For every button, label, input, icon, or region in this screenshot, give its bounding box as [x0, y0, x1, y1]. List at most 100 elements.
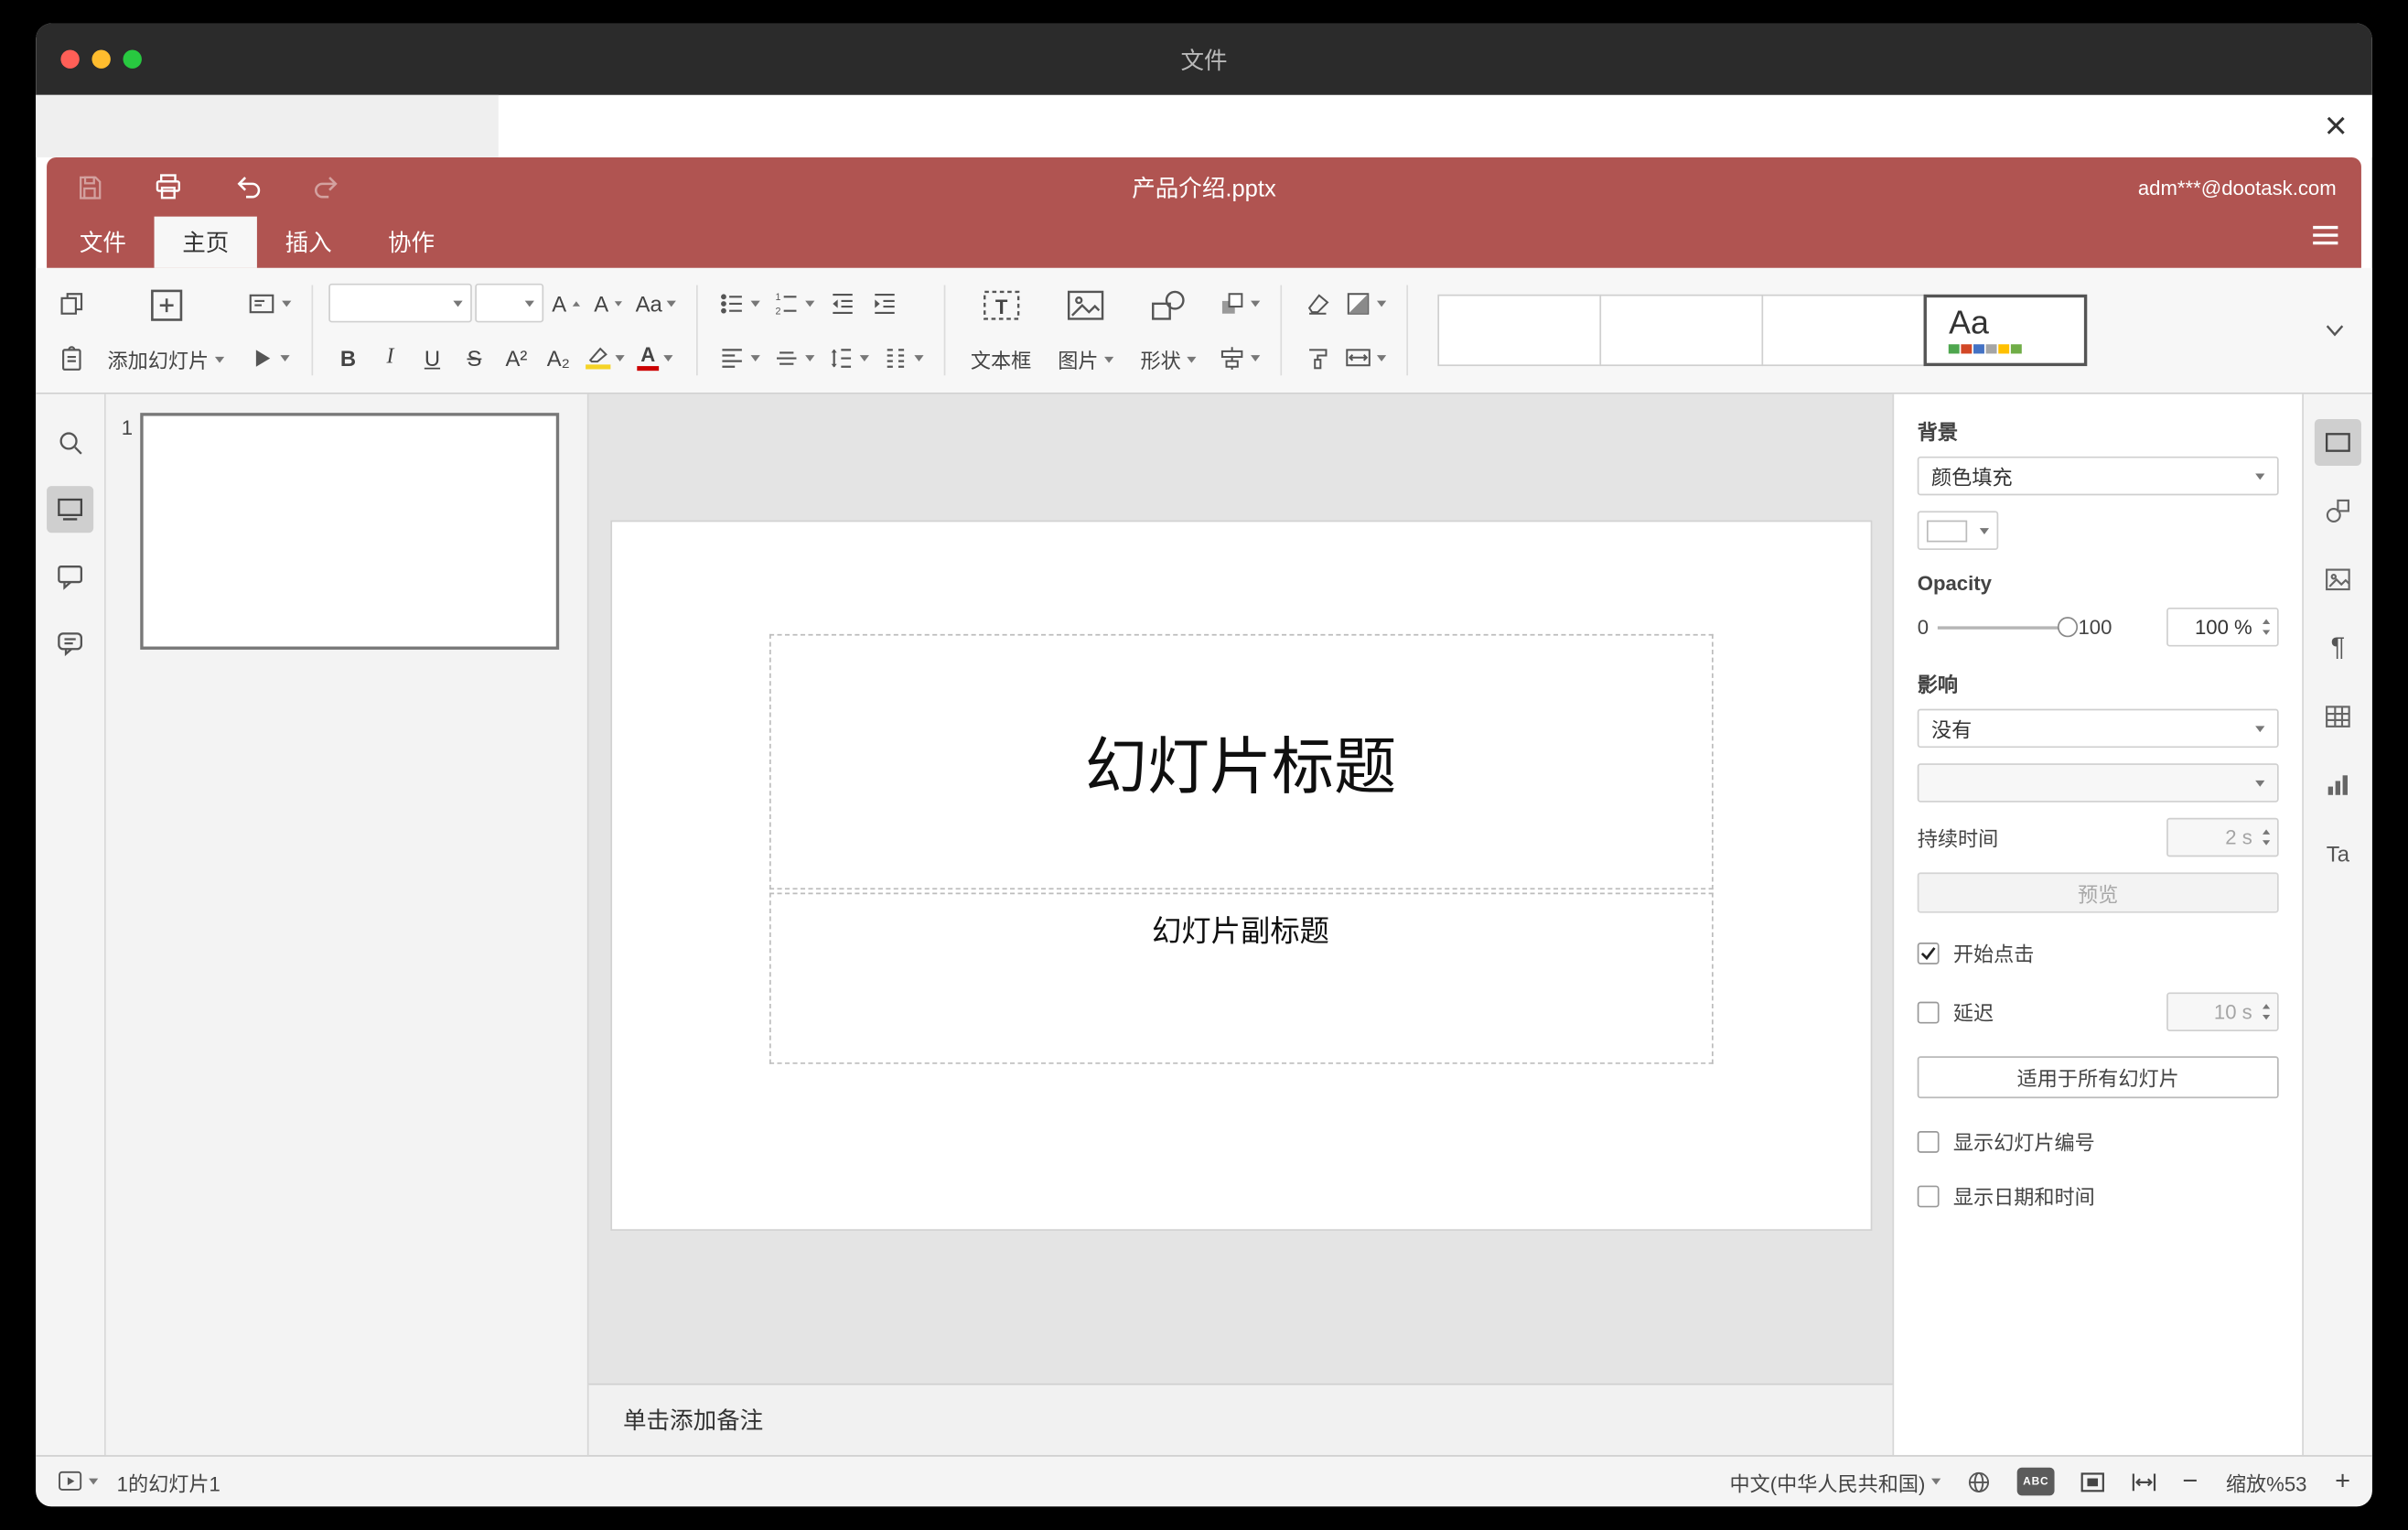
- change-layout-button[interactable]: [242, 282, 296, 324]
- slide-thumbnail-1[interactable]: [140, 413, 560, 650]
- theme-option-1[interactable]: [1437, 294, 1602, 367]
- opacity-slider[interactable]: [1938, 616, 2079, 637]
- subscript-button[interactable]: A₂: [539, 337, 578, 379]
- zoom-in-button[interactable]: +: [2335, 1468, 2350, 1494]
- font-size-combo[interactable]: [475, 283, 544, 323]
- theme-gallery-expand-button[interactable]: [2313, 299, 2357, 361]
- comments-button[interactable]: [47, 553, 93, 599]
- save-button[interactable]: [71, 170, 105, 204]
- horizontal-align-button[interactable]: [714, 337, 765, 379]
- arrange-shape-button[interactable]: [1214, 282, 1265, 324]
- copy-style-button[interactable]: [1297, 337, 1337, 379]
- start-on-click-checkbox[interactable]: [1917, 942, 1940, 964]
- notes-area[interactable]: 单击添加备注: [588, 1383, 1893, 1456]
- start-slideshow-status-button[interactable]: [58, 1469, 99, 1493]
- change-case-button[interactable]: Aa: [631, 282, 682, 324]
- search-icon: [59, 432, 82, 455]
- preview-button[interactable]: 预览: [1917, 872, 2279, 913]
- background-color-picker[interactable]: [1917, 511, 1999, 550]
- theme-option-3[interactable]: [1761, 294, 1926, 367]
- line-spacing-button[interactable]: [822, 337, 874, 379]
- duration-spinner-arrows[interactable]: [2262, 819, 2271, 855]
- decrease-indent-button[interactable]: [822, 282, 862, 324]
- paragraph-settings-button[interactable]: ¶: [2315, 625, 2361, 672]
- font-color-button[interactable]: A: [632, 337, 677, 379]
- minimize-traffic-button[interactable]: [91, 49, 111, 69]
- copy-button[interactable]: [51, 282, 91, 324]
- underline-button[interactable]: U: [413, 337, 452, 379]
- align-shape-button[interactable]: [1214, 337, 1265, 379]
- opacity-slider-handle[interactable]: [2058, 616, 2079, 637]
- duration-spinner[interactable]: 2 s: [2166, 817, 2279, 857]
- strikethrough-button[interactable]: S: [455, 337, 494, 379]
- bold-button[interactable]: B: [328, 337, 368, 379]
- undo-button[interactable]: [231, 170, 264, 204]
- slide-subtitle-placeholder[interactable]: 幻灯片副标题: [769, 892, 1713, 1064]
- italic-button[interactable]: I: [371, 337, 410, 379]
- redo-button[interactable]: [310, 170, 344, 204]
- image-settings-button[interactable]: [2315, 556, 2361, 603]
- slide-title-placeholder[interactable]: 幻灯片标题: [769, 633, 1713, 890]
- opacity-spinner-arrows[interactable]: [2262, 609, 2271, 645]
- slide-1[interactable]: 幻灯片标题 幻灯片副标题: [611, 522, 1870, 1230]
- spellcheck-button[interactable]: ABC: [2016, 1467, 2055, 1496]
- apply-to-all-slides-button[interactable]: 适用于所有幻灯片: [1917, 1056, 2279, 1099]
- slide-settings-button[interactable]: [2314, 418, 2361, 467]
- highlight-color-button[interactable]: [581, 337, 629, 379]
- show-date-time-checkbox[interactable]: [1917, 1184, 1940, 1207]
- tab-collaboration[interactable]: 协作: [360, 217, 462, 268]
- numbering-button[interactable]: 12: [769, 282, 820, 324]
- paste-button[interactable]: [51, 337, 91, 379]
- increase-indent-button[interactable]: [865, 282, 904, 324]
- fullscreen-traffic-button[interactable]: [123, 49, 142, 69]
- toolbar-separator: [696, 285, 698, 376]
- add-slide-button[interactable]: 添加幻灯片: [98, 282, 233, 379]
- shape-settings-button[interactable]: [2315, 488, 2361, 534]
- clear-style-button[interactable]: [1297, 282, 1337, 324]
- hamburger-icon: [2313, 225, 2338, 245]
- background-fill-select[interactable]: 颜色填充: [1917, 456, 2279, 496]
- textart-settings-button[interactable]: Ta: [2315, 830, 2361, 877]
- fit-width-button[interactable]: [2131, 1469, 2157, 1495]
- start-slideshow-button[interactable]: [242, 337, 296, 379]
- decrease-font-button[interactable]: A: [589, 282, 629, 324]
- effect-type-select[interactable]: [1917, 763, 2279, 803]
- print-button[interactable]: [151, 170, 185, 204]
- chart-settings-button[interactable]: [2315, 762, 2361, 809]
- tab-home[interactable]: 主页: [154, 216, 257, 268]
- shape-fill-button[interactable]: [1339, 282, 1391, 324]
- insert-image-button[interactable]: 图片: [1048, 282, 1123, 379]
- delay-checkbox[interactable]: [1917, 1000, 1940, 1023]
- chat-button[interactable]: [47, 620, 93, 667]
- tab-insert[interactable]: 插入: [257, 217, 360, 268]
- quick-actions: [71, 170, 344, 204]
- transition-effect-select[interactable]: 没有: [1917, 708, 2279, 749]
- insert-shape-button[interactable]: 形状: [1131, 282, 1206, 379]
- fit-slide-button[interactable]: [2080, 1469, 2106, 1495]
- show-slide-number-checkbox[interactable]: [1917, 1130, 1940, 1152]
- zoom-out-button[interactable]: −: [2182, 1468, 2198, 1494]
- superscript-button[interactable]: A²: [497, 337, 536, 379]
- vertical-align-button[interactable]: [769, 337, 820, 379]
- opacity-spinner[interactable]: 100 %: [2166, 607, 2279, 647]
- insert-textbox-button[interactable]: T 文本框: [962, 282, 1041, 379]
- increase-font-button[interactable]: A: [547, 282, 586, 324]
- theme-option-2[interactable]: [1599, 294, 1764, 367]
- close-traffic-button[interactable]: [60, 49, 80, 69]
- delay-spinner[interactable]: 10 s: [2166, 992, 2279, 1032]
- view-settings-button[interactable]: [2311, 224, 2339, 253]
- tab-file[interactable]: 文件: [51, 217, 154, 268]
- slide-canvas[interactable]: 幻灯片标题 幻灯片副标题: [589, 394, 1893, 1384]
- slide-size-button[interactable]: [1339, 337, 1391, 379]
- language-selector[interactable]: 中文(中华人民共和国): [1730, 1467, 1941, 1496]
- document-language-button[interactable]: [1966, 1469, 1993, 1495]
- search-button[interactable]: [47, 419, 93, 466]
- table-settings-button[interactable]: [2315, 694, 2361, 740]
- bullets-button[interactable]: [714, 282, 765, 324]
- delay-spinner-arrows[interactable]: [2262, 994, 2271, 1029]
- theme-option-selected[interactable]: Aa: [1923, 294, 2088, 367]
- close-preview-button[interactable]: ×: [2325, 98, 2348, 154]
- font-name-combo[interactable]: [328, 283, 472, 323]
- columns-button[interactable]: [877, 337, 929, 379]
- slides-panel-button[interactable]: [47, 486, 94, 533]
